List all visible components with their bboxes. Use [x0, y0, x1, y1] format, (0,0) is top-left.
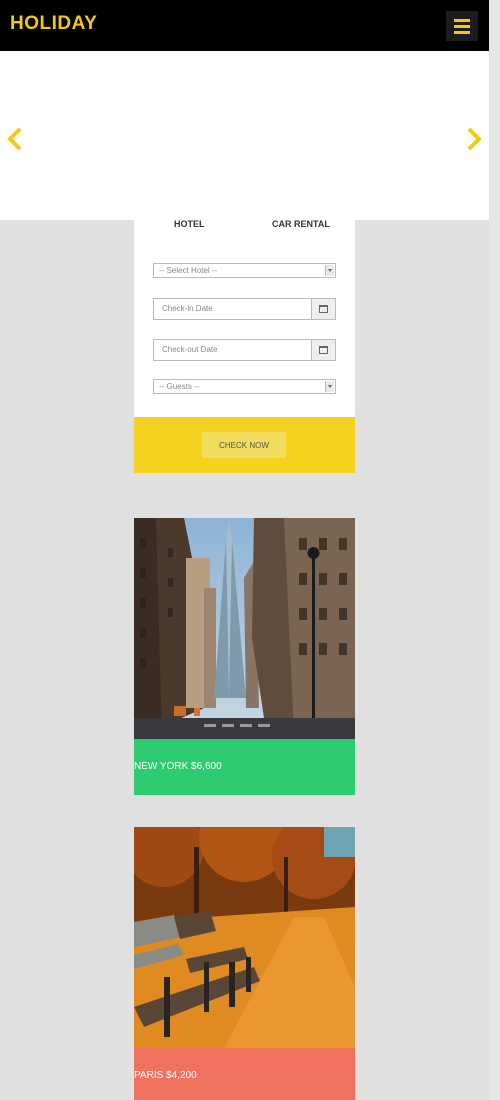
checkin-calendar-button[interactable]	[311, 299, 335, 319]
check-now-band: CHECK NOW	[134, 417, 355, 473]
checkout-calendar-button[interactable]	[311, 340, 335, 360]
checkin-placeholder: Check-in Date	[162, 304, 213, 313]
city-street-skyscraper-photo[interactable]	[134, 518, 355, 739]
brand-logo[interactable]: HOLIDAY	[10, 13, 97, 35]
tab-car-rental[interactable]: CAR RENTAL	[272, 219, 330, 229]
hotel-select-value: -- Select Hotel --	[159, 266, 218, 275]
checkout-placeholder: Check-out Date	[162, 345, 218, 354]
checkout-date-field[interactable]: Check-out Date	[153, 339, 336, 361]
tab-hotel[interactable]: HOTEL	[174, 219, 205, 229]
booking-form: HOTEL CAR RENTAL -- Select Hotel -- Chec…	[134, 205, 355, 473]
chevron-left-icon[interactable]	[6, 126, 24, 152]
guests-select-value: -- Guests --	[159, 382, 200, 391]
calendar-icon	[319, 305, 328, 313]
chevron-down-icon	[325, 381, 334, 392]
hamburger-menu-icon	[454, 19, 470, 22]
booking-tabs: HOTEL CAR RENTAL	[134, 213, 355, 233]
page-scrollbar[interactable]	[489, 0, 500, 1100]
calendar-icon	[319, 346, 328, 354]
check-now-button[interactable]: CHECK NOW	[202, 432, 286, 458]
top-navbar: HOLIDAY	[0, 0, 489, 51]
hero-carousel	[0, 51, 489, 220]
chevron-down-icon	[325, 265, 334, 276]
menu-toggle-button[interactable]	[446, 11, 478, 41]
autumn-park-benches-photo[interactable]	[134, 827, 355, 1048]
destination-label[interactable]: NEW YORK $6,600	[134, 739, 355, 795]
guests-select[interactable]: -- Guests --	[153, 379, 336, 394]
hotel-select[interactable]: -- Select Hotel --	[153, 263, 336, 278]
chevron-right-icon[interactable]	[465, 126, 483, 152]
checkin-date-field[interactable]: Check-in Date	[153, 298, 336, 320]
destination-label[interactable]: PARIS $4,200	[134, 1048, 355, 1100]
